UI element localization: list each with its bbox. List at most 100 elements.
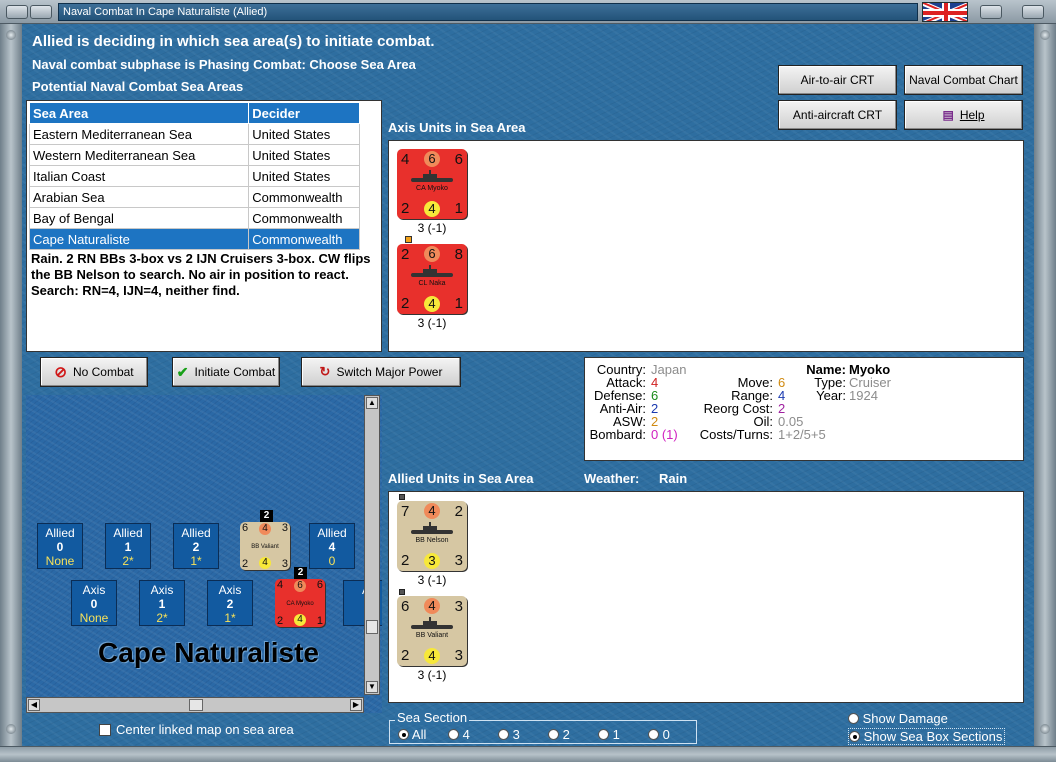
radio-icon	[598, 729, 609, 740]
naval-combat-chart-label: Naval Combat Chart	[909, 73, 1018, 87]
asw-value: 1	[454, 200, 463, 217]
subphase-text: Naval combat subphase is Phasing Combat:…	[32, 57, 416, 72]
bottom-rail	[0, 746, 1056, 762]
antiair-value: 2	[401, 552, 410, 569]
col-header-sea-area[interactable]: Sea Area	[28, 102, 250, 124]
sea-option-0[interactable]: 0	[648, 727, 670, 742]
unit-counter-cl-naka[interactable]: 2 6 8 CL Naka 2 4 1	[397, 244, 467, 314]
initiate-combat-label: Initiate Combat	[194, 365, 276, 379]
table-row[interactable]: Western Mediterranean Sea United States	[28, 144, 360, 166]
map-counter-bb-valiant[interactable]: 6 4 3 BB Valiant 2 4 3	[240, 522, 290, 570]
map-vertical-scrollbar[interactable]: ▲ ▼	[364, 395, 380, 695]
costs-value: 1+2/5+5	[778, 427, 826, 442]
unit-strength: 3 (-1)	[417, 316, 447, 330]
anti-aircraft-crt-label: Anti-aircraft CRT	[792, 108, 883, 122]
weather-value: Rain	[659, 471, 688, 486]
air-to-air-crt-button[interactable]: Air-to-air CRT	[778, 65, 897, 95]
move-value: 3	[454, 598, 463, 615]
sea-option-3[interactable]: 3	[498, 727, 520, 742]
cruiser-icon	[411, 170, 453, 182]
cruiser-icon	[411, 265, 453, 277]
show-sea-box-option[interactable]: Show Sea Box Sections	[848, 728, 1006, 745]
attack-value: 6	[401, 598, 410, 615]
sea-box-axis-1[interactable]: Axis 1 2*	[139, 580, 185, 626]
radio-icon	[849, 731, 860, 742]
left-rail	[0, 24, 22, 746]
sea-area-cell: Bay of Bengal	[28, 207, 250, 229]
sea-box-axis-2[interactable]: Axis 2 1*	[207, 580, 253, 626]
unit-name: CA Myoko	[416, 185, 448, 192]
no-combat-button[interactable]: ⊘ No Combat	[40, 357, 148, 387]
maximize-button[interactable]	[980, 5, 1002, 19]
minimize-button[interactable]	[6, 5, 28, 19]
help-button[interactable]: ▤ Help	[904, 100, 1023, 130]
scroll-right-icon[interactable]: ▶	[350, 699, 362, 711]
unit-counter-bb-nelson[interactable]: 7 4 2 BB Nelson 2 3 3	[397, 501, 467, 571]
table-row-selected[interactable]: Cape Naturaliste Commonwealth	[28, 228, 360, 250]
scroll-thumb[interactable]	[189, 699, 203, 711]
move-value: 6	[454, 151, 463, 168]
table-row[interactable]: Arabian Sea Commonwealth	[28, 186, 360, 208]
sea-option-4[interactable]: 4	[448, 727, 470, 742]
sea-section-label: Sea Section	[395, 710, 470, 725]
axis-units-panel: 4 6 6 CA Myoko 2 4 1 3 (-1) 2 6 8 CL Nak…	[388, 140, 1024, 352]
sea-box-allied-4[interactable]: Allied 4 0	[309, 523, 355, 569]
unit-strength: 3 (-1)	[417, 668, 447, 682]
right-rail	[1034, 24, 1056, 746]
unit-name: BB Valiant	[415, 632, 449, 639]
sea-area-table: Sea Area Decider Eastern Mediterranean S…	[28, 102, 360, 250]
sea-option-1[interactable]: 1	[598, 727, 620, 742]
title-bar[interactable]: Naval Combat In Cape Naturaliste (Allied…	[0, 0, 1056, 24]
status-heading: Allied is deciding in which sea area(s) …	[32, 33, 435, 50]
scroll-left-icon[interactable]: ◀	[28, 699, 40, 711]
unit-strength: 3 (-1)	[417, 573, 447, 587]
show-damage-option[interactable]: Show Damage	[848, 711, 948, 726]
window-frame: Naval Combat In Cape Naturaliste (Allied…	[0, 0, 1056, 762]
sea-box-allied-2[interactable]: Allied 2 1*	[173, 523, 219, 569]
unit-counter-bb-valiant[interactable]: 6 4 3 BB Valiant 2 4 3	[397, 596, 467, 666]
sea-areas-heading: Potential Naval Combat Sea Areas	[32, 79, 244, 94]
scroll-down-icon[interactable]: ▼	[366, 681, 378, 693]
notes-text: Rain. 2 RN BBs 3-box vs 2 IJN Cruisers 3…	[31, 251, 371, 298]
scroll-thumb[interactable]	[366, 620, 378, 634]
map-horizontal-scrollbar[interactable]: ◀ ▶	[26, 697, 364, 713]
initiate-combat-button[interactable]: ✔ Initiate Combat	[172, 357, 280, 387]
restore-button[interactable]	[30, 5, 52, 19]
sea-option-all[interactable]: All	[398, 727, 426, 742]
switch-major-power-button[interactable]: ↻ Switch Major Power	[301, 357, 461, 387]
attack-value: 7	[401, 503, 410, 520]
table-row[interactable]: Bay of Bengal Commonwealth	[28, 207, 360, 229]
sea-area-cell: Western Mediterranean Sea	[28, 144, 250, 166]
attack-value: 2	[401, 246, 410, 263]
uk-flag-icon	[922, 2, 968, 22]
year-value: 1924	[849, 388, 878, 403]
unit-counter-ca-myoko[interactable]: 4 6 6 CA Myoko 2 4 1	[397, 149, 467, 219]
center-map-checkbox[interactable]: Center linked map on sea area	[99, 722, 294, 737]
sea-map[interactable]: Allied 0 None Allied 1 2* Allied 2 1* Allied 4 0…	[26, 395, 382, 713]
close-button[interactable]	[1022, 5, 1044, 19]
map-counter-ca-myoko[interactable]: 4 6 6 CA Myoko 2 4 1	[275, 579, 325, 627]
main-panel: Allied is deciding in which sea area(s) …	[22, 24, 1034, 746]
stack-count-badge: 2	[260, 510, 273, 522]
sea-box-axis-0[interactable]: Axis 0 None	[71, 580, 117, 626]
decider-cell: Commonwealth	[248, 207, 360, 229]
marker-icon	[399, 589, 405, 595]
sea-box-allied-1[interactable]: Allied 1 2*	[105, 523, 151, 569]
decider-cell: United States	[248, 123, 360, 145]
center-map-label: Center linked map on sea area	[116, 722, 294, 737]
weather-label: Weather:	[584, 471, 640, 486]
sea-option-2[interactable]: 2	[548, 727, 570, 742]
table-row[interactable]: Eastern Mediterranean Sea United States	[28, 123, 360, 145]
defense-value: 6	[424, 151, 440, 167]
sea-box-allied-0[interactable]: Allied 0 None	[37, 523, 83, 569]
no-combat-label: No Combat	[72, 365, 134, 379]
scroll-up-icon[interactable]: ▲	[366, 397, 378, 409]
naval-combat-chart-button[interactable]: Naval Combat Chart	[904, 65, 1023, 95]
table-row[interactable]: Italian Coast United States	[28, 165, 360, 187]
checkbox-icon[interactable]	[99, 724, 111, 736]
col-header-decider[interactable]: Decider	[248, 102, 360, 124]
asw-value: 1	[454, 295, 463, 312]
anti-aircraft-crt-button[interactable]: Anti-aircraft CRT	[778, 100, 897, 130]
range-value: 4	[424, 296, 440, 312]
flag-marker-icon	[405, 236, 412, 243]
